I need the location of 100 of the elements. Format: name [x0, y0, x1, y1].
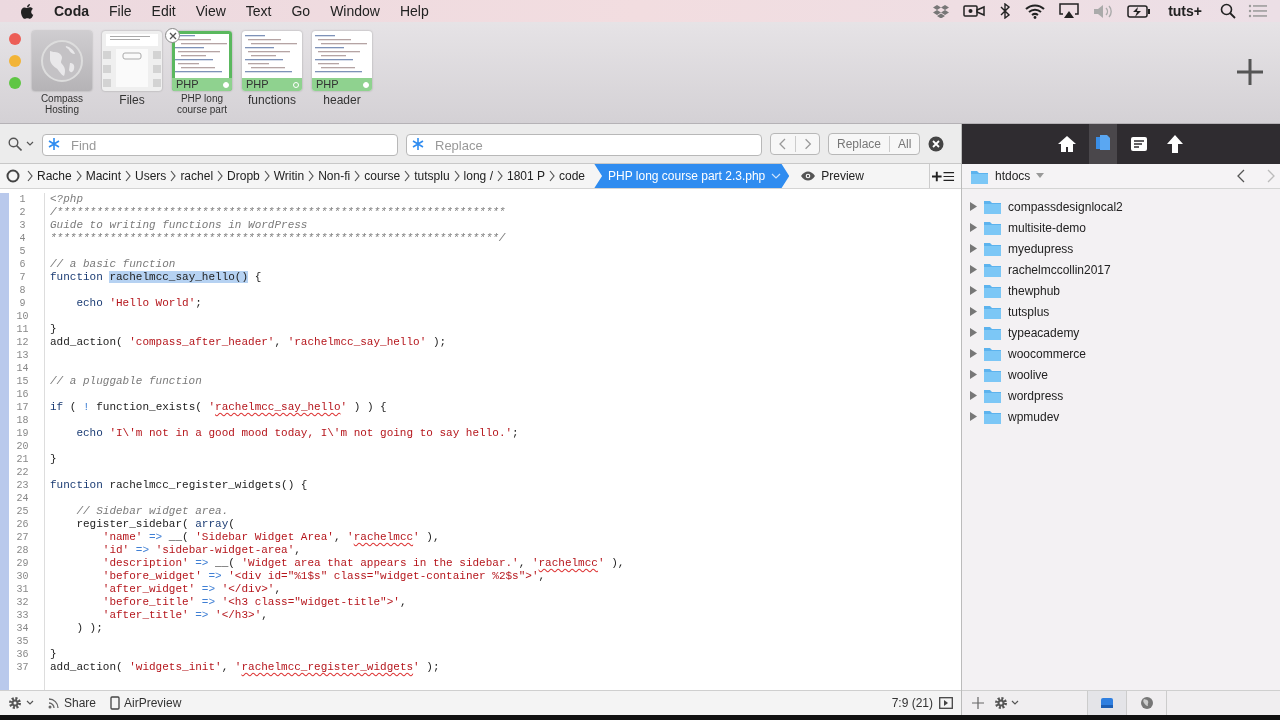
add-list-icon[interactable]	[929, 164, 957, 188]
back-icon[interactable]	[1236, 169, 1246, 183]
path-segment[interactable]: code	[556, 164, 589, 188]
folder-item[interactable]: typeacademy	[1008, 323, 1080, 342]
disclosure-triangle-icon[interactable]	[969, 328, 977, 337]
search-icon[interactable]	[8, 136, 22, 151]
tab-thumbnail[interactable]	[32, 31, 92, 91]
menu-item[interactable]: Edit	[141, 0, 186, 22]
tab-thumbnail[interactable]: PHP	[242, 31, 302, 91]
path-segment[interactable]: Macint	[82, 164, 125, 188]
preview-button[interactable]: Preview	[797, 164, 867, 188]
disclosure-triangle-icon[interactable]	[969, 391, 977, 400]
disclosure-triangle-icon[interactable]	[969, 307, 977, 316]
add-icon[interactable]	[1235, 57, 1265, 87]
path-segment[interactable]: Writin	[270, 164, 308, 188]
folder-item[interactable]: wordpress	[1008, 386, 1064, 405]
folder-item[interactable]: wpmudev	[1008, 407, 1060, 426]
chevron-icon	[262, 169, 271, 183]
airpreview-button[interactable]: AirPreview	[124, 694, 182, 712]
chevron-icon	[495, 169, 504, 183]
gear-icon[interactable]	[8, 696, 22, 710]
sidebar-mode-button[interactable]	[1087, 691, 1127, 715]
line-number: 32	[15, 596, 30, 609]
line-number: 11	[15, 323, 30, 336]
disclosure-triangle-icon[interactable]	[969, 223, 977, 232]
replace-all-button[interactable]: All	[889, 135, 920, 152]
code-line: 'description' => __( 'Widget area that appears in the sidebar.', 'rachelmcc' ),	[101, 557, 626, 570]
folder-item[interactable]: woolive	[1008, 365, 1049, 384]
disclosure-triangle-icon[interactable]	[969, 412, 977, 421]
apple-icon[interactable]	[20, 3, 34, 19]
path-segment[interactable]: long /	[460, 164, 496, 188]
status-menu-text[interactable]: tuts+	[1158, 0, 1212, 22]
path-segment[interactable]: Non-fi	[315, 164, 354, 188]
file-type-badge: PHP	[242, 78, 302, 91]
search-icon[interactable]	[1220, 3, 1236, 19]
menu-item[interactable]: Text	[235, 0, 282, 22]
caret-icon[interactable]	[1011, 700, 1019, 706]
disclosure-triangle-icon[interactable]	[969, 202, 977, 211]
path-segment[interactable]: rachel	[177, 164, 217, 188]
wifi-icon[interactable]	[1025, 3, 1046, 19]
caret-icon[interactable]	[26, 140, 34, 147]
line-number: 5	[18, 245, 27, 258]
folder-item[interactable]: myedupress	[1008, 239, 1074, 258]
folder-icon	[983, 408, 1002, 425]
close-icon[interactable]	[928, 135, 945, 152]
folder-name: htdocs	[995, 168, 1031, 185]
find-field[interactable]: Find	[42, 134, 398, 156]
video-camera-icon[interactable]	[963, 4, 986, 18]
path-segment[interactable]: tutsplu	[411, 164, 453, 188]
dropbox-icon[interactable]	[933, 4, 950, 18]
disclosure-triangle-icon[interactable]	[969, 244, 977, 253]
disclosure-triangle-icon[interactable]	[969, 349, 977, 358]
folder-icon	[983, 261, 1002, 278]
replace-button[interactable]: Replace	[829, 135, 890, 152]
menu-item[interactable]: View	[185, 0, 236, 22]
tab-thumbnail[interactable]: PHP	[312, 31, 372, 91]
disclosure-triangle-icon[interactable]	[969, 265, 977, 274]
path-segment[interactable]: Rache	[34, 164, 75, 188]
gear-icon[interactable]	[994, 696, 1008, 710]
list-icon[interactable]	[1248, 4, 1268, 18]
line-number: 4	[18, 232, 27, 245]
menu-item[interactable]: Go	[281, 0, 321, 22]
menu-item[interactable]: Window	[320, 0, 390, 22]
code-line: // a pluggable function	[50, 375, 203, 388]
close-window-button[interactable]	[9, 33, 21, 45]
caret-icon[interactable]	[26, 700, 34, 706]
path-segment[interactable]: course	[361, 164, 404, 188]
close-tab-button[interactable]	[165, 28, 180, 43]
folder-item[interactable]: compassdesignlocal2	[1008, 197, 1123, 216]
line-number: 7	[18, 271, 27, 284]
line-number: 34	[15, 622, 30, 635]
folder-item[interactable]: woocommerce	[1008, 344, 1087, 363]
code-line: <?php	[50, 193, 84, 206]
path-segment[interactable]: 1801 P	[503, 164, 548, 188]
folder-item[interactable]: rachelmccollin2017	[1008, 260, 1111, 279]
bluetooth-icon[interactable]	[999, 3, 1012, 19]
menu-item[interactable]: Help	[389, 0, 439, 22]
disclosure-triangle-icon[interactable]	[969, 370, 977, 379]
folder-item[interactable]: thewphub	[1008, 281, 1061, 300]
path-segment[interactable]: Users	[132, 164, 170, 188]
menu-item[interactable]: File	[99, 0, 142, 22]
tab-thumbnail[interactable]	[102, 31, 162, 91]
code-line: ********************************************************************/	[50, 232, 507, 245]
chevron-icon	[26, 169, 34, 183]
share-button[interactable]: Share	[64, 694, 97, 712]
disclosure-triangle-icon[interactable]	[969, 286, 977, 295]
code-line: register_sidebar( array(	[75, 518, 236, 531]
app-menu[interactable]: Coda	[44, 0, 99, 22]
tab-thumbnail[interactable]: PHP	[172, 31, 232, 91]
replace-field[interactable]: Replace	[406, 134, 762, 156]
add-icon[interactable]	[972, 697, 984, 709]
line-number: 19	[15, 427, 30, 440]
battery-icon[interactable]	[1127, 4, 1152, 18]
line-number: 37	[15, 661, 30, 674]
folder-item[interactable]: multisite-demo	[1008, 218, 1087, 237]
play-box-icon[interactable]	[939, 697, 953, 709]
line-number: 14	[15, 362, 30, 375]
airplay-icon[interactable]	[1059, 3, 1080, 19]
path-segment[interactable]: Dropb	[224, 164, 263, 188]
folder-item[interactable]: tutsplus	[1008, 302, 1050, 321]
